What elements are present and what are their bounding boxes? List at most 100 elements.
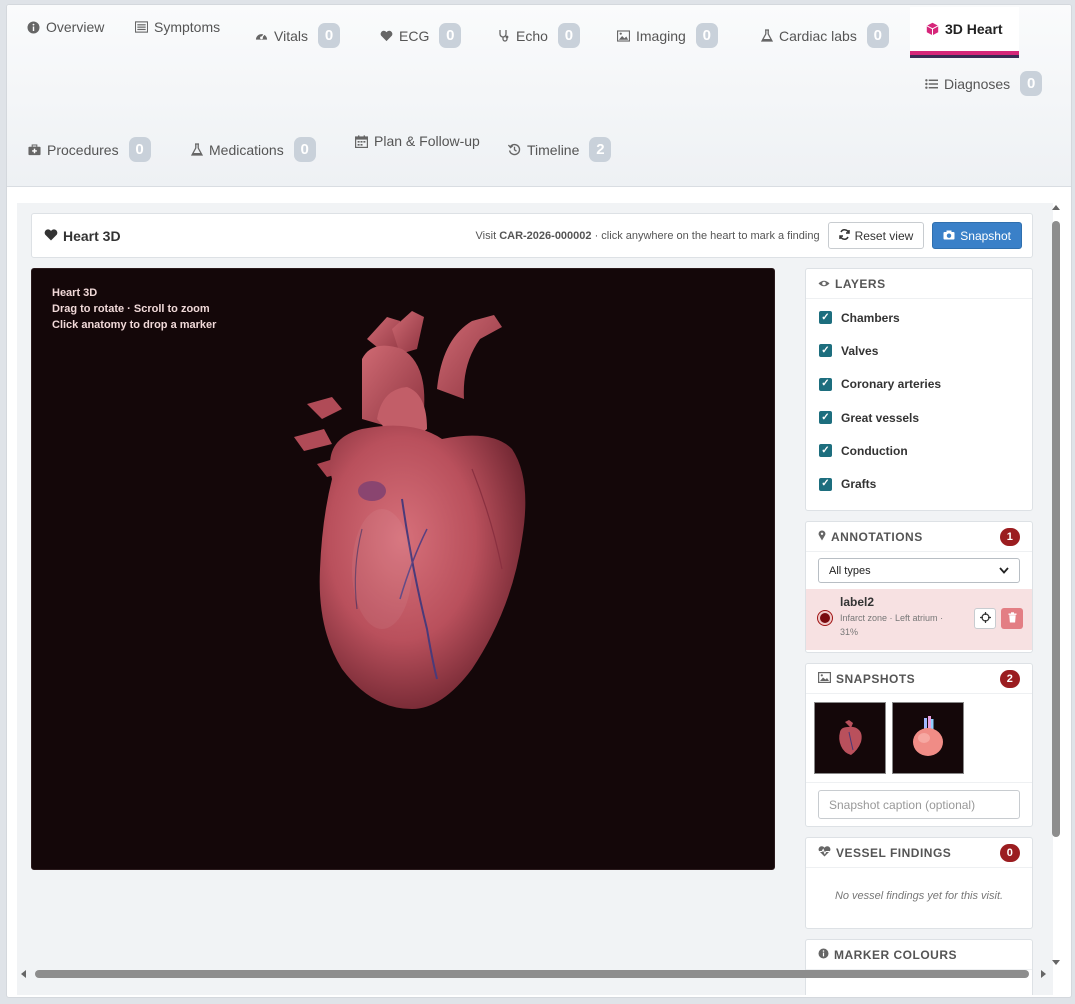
list-card-icon [135, 21, 148, 34]
heartbeat-icon [818, 845, 831, 860]
tab-vitals[interactable]: Vitals 0 [255, 23, 340, 48]
tab-count-badge: 2 [589, 137, 612, 162]
checkbox-checked-icon: ✓ [819, 311, 832, 325]
annotation-item[interactable]: label2 Infarct zone · Left atrium · 31% [806, 589, 1032, 650]
snapshots-title: SNAPSHOTS [836, 671, 916, 686]
calendar-icon [355, 134, 368, 148]
medkit-icon [28, 143, 41, 156]
tab-label: Diagnoses [944, 75, 1011, 92]
tab-medications[interactable]: Medications 0 [190, 137, 316, 162]
tab-label: Echo [516, 27, 548, 44]
scroll-down-arrow-icon[interactable] [1052, 960, 1060, 965]
tab-content: Heart 3D Visit CAR-2026-000002 · click a… [17, 203, 1053, 995]
tab-label: Medications [209, 141, 284, 158]
tab-label: 3D Heart [945, 21, 1003, 37]
checkbox-checked-icon: ✓ [819, 444, 832, 458]
trash-icon [1008, 611, 1017, 626]
layer-toggle-grafts[interactable]: ✓ Grafts [806, 467, 1032, 500]
checkbox-checked-icon: ✓ [819, 377, 832, 391]
snapshot-thumbnails [806, 694, 1032, 783]
page-title-text: Heart 3D [63, 227, 121, 244]
snapshots-count-badge: 2 [1000, 669, 1020, 688]
checkbox-checked-icon: ✓ [819, 344, 832, 358]
heart-3d-viewer[interactable]: Heart 3D Drag to rotate · Scroll to zoom… [31, 268, 775, 870]
history-icon [508, 143, 521, 156]
tab-cardiac-labs[interactable]: Cardiac labs 0 [760, 23, 889, 48]
list-icon [925, 77, 938, 90]
tab-diagnoses[interactable]: Diagnoses 0 [925, 71, 1043, 96]
snapshot-thumbnail[interactable] [814, 702, 886, 774]
focus-annotation-button[interactable] [974, 608, 996, 629]
tab-label: Timeline [527, 141, 580, 158]
snapshot-thumbnail[interactable] [892, 702, 964, 774]
tab-label: Vitals [274, 27, 308, 44]
scroll-right-arrow-icon[interactable] [1041, 970, 1046, 978]
heart-3d-header: Heart 3D Visit CAR-2026-000002 · click a… [31, 213, 1033, 258]
layer-toggle-valves[interactable]: ✓ Valves [806, 334, 1032, 367]
snapshot-button[interactable]: Snapshot [932, 222, 1022, 249]
vertical-scrollbar[interactable] [1049, 203, 1063, 973]
reset-view-button[interactable]: Reset view [827, 222, 925, 249]
heart-thumbnail-icon [913, 716, 943, 756]
annotation-type-filter[interactable]: All types [818, 558, 1020, 583]
tab-3d-heart[interactable]: 3D Heart [910, 7, 1019, 58]
layer-toggle-great-vessels[interactable]: ✓ Great vessels [806, 401, 1032, 434]
tab-ecg[interactable]: ECG 0 [380, 23, 462, 48]
horizontal-scrollbar[interactable] [17, 967, 1053, 981]
info-circle-icon [27, 21, 40, 34]
empty-state-text: No vessel findings yet for this visit. [834, 890, 1004, 902]
checkbox-checked-icon: ✓ [819, 411, 832, 425]
marker-colours-title: MARKER COLOURS [834, 947, 957, 962]
tab-echo[interactable]: Echo 0 [497, 23, 580, 48]
tab-symptoms[interactable]: Symptoms [135, 19, 220, 35]
snapshots-header: SNAPSHOTS 2 [806, 664, 1032, 694]
horizontal-scroll-thumb[interactable] [35, 970, 1029, 978]
heart-icon [380, 29, 393, 42]
layer-toggle-conduction[interactable]: ✓ Conduction [806, 434, 1032, 467]
layer-label: Great vessels [841, 410, 920, 425]
tab-count-badge: 0 [128, 137, 151, 162]
tab-plan-follow-up[interactable]: Plan & Follow-up [355, 133, 480, 149]
visit-info: Visit CAR-2026-000002 · click anywhere o… [475, 229, 820, 242]
tab-label: Overview [46, 19, 105, 35]
annotation-details: Infarct zone · Left atrium · 31% [840, 613, 944, 637]
scroll-up-arrow-icon[interactable] [1052, 205, 1060, 210]
layers-panel: LAYERS ✓ Chambers ✓ Valves ✓ Coronary arter… [805, 268, 1033, 511]
annotation-label: label2 [840, 595, 875, 609]
layer-toggle-chambers[interactable]: ✓ Chambers [806, 301, 1032, 334]
image-icon [617, 29, 630, 42]
layer-toggle-coronary-arteries[interactable]: ✓ Coronary arteries [806, 368, 1032, 401]
snapshot-caption-input[interactable]: Snapshot caption (optional) [818, 790, 1020, 819]
tab-count-badge: 0 [439, 23, 462, 48]
tab-bar: Overview Symptoms Vitals 0 ECG 0 Echo 0 … [7, 5, 1071, 187]
tab-timeline[interactable]: Timeline 2 [508, 137, 612, 162]
visit-id: CAR-2026-000002 [499, 229, 592, 242]
snapshot-label: Snapshot [960, 228, 1011, 243]
flask-icon [190, 143, 203, 156]
page-title: Heart 3D [44, 228, 121, 244]
heart-model[interactable] [32, 269, 775, 870]
tab-count-badge: 0 [317, 23, 340, 48]
vessel-findings-panel: VESSEL FINDINGS 0 No vessel findings yet… [805, 837, 1033, 929]
annotations-count-badge: 1 [1000, 527, 1020, 546]
delete-annotation-button[interactable] [1001, 608, 1023, 629]
crosshairs-icon [979, 611, 991, 626]
cube-icon [926, 22, 939, 36]
tab-procedures[interactable]: Procedures 0 [28, 137, 151, 162]
marker-colours-header: MARKER COLOURS [806, 940, 1032, 970]
tab-label: Symptoms [154, 19, 221, 35]
layer-label: Chambers [841, 310, 900, 325]
tab-count-badge: 0 [557, 23, 580, 48]
tab-label: Imaging [636, 27, 686, 44]
vertical-scroll-thumb[interactable] [1052, 221, 1060, 837]
gauge-icon [255, 29, 268, 42]
tab-overview[interactable]: Overview [27, 19, 104, 35]
tab-imaging[interactable]: Imaging 0 [617, 23, 718, 48]
layer-label: Conduction [841, 443, 908, 458]
tab-count-badge: 0 [1020, 71, 1043, 96]
scroll-left-arrow-icon[interactable] [21, 970, 26, 978]
heart-icon [44, 228, 58, 244]
layer-label: Valves [841, 343, 879, 358]
flask-icon [760, 29, 773, 42]
vessel-findings-title: VESSEL FINDINGS [836, 845, 952, 860]
